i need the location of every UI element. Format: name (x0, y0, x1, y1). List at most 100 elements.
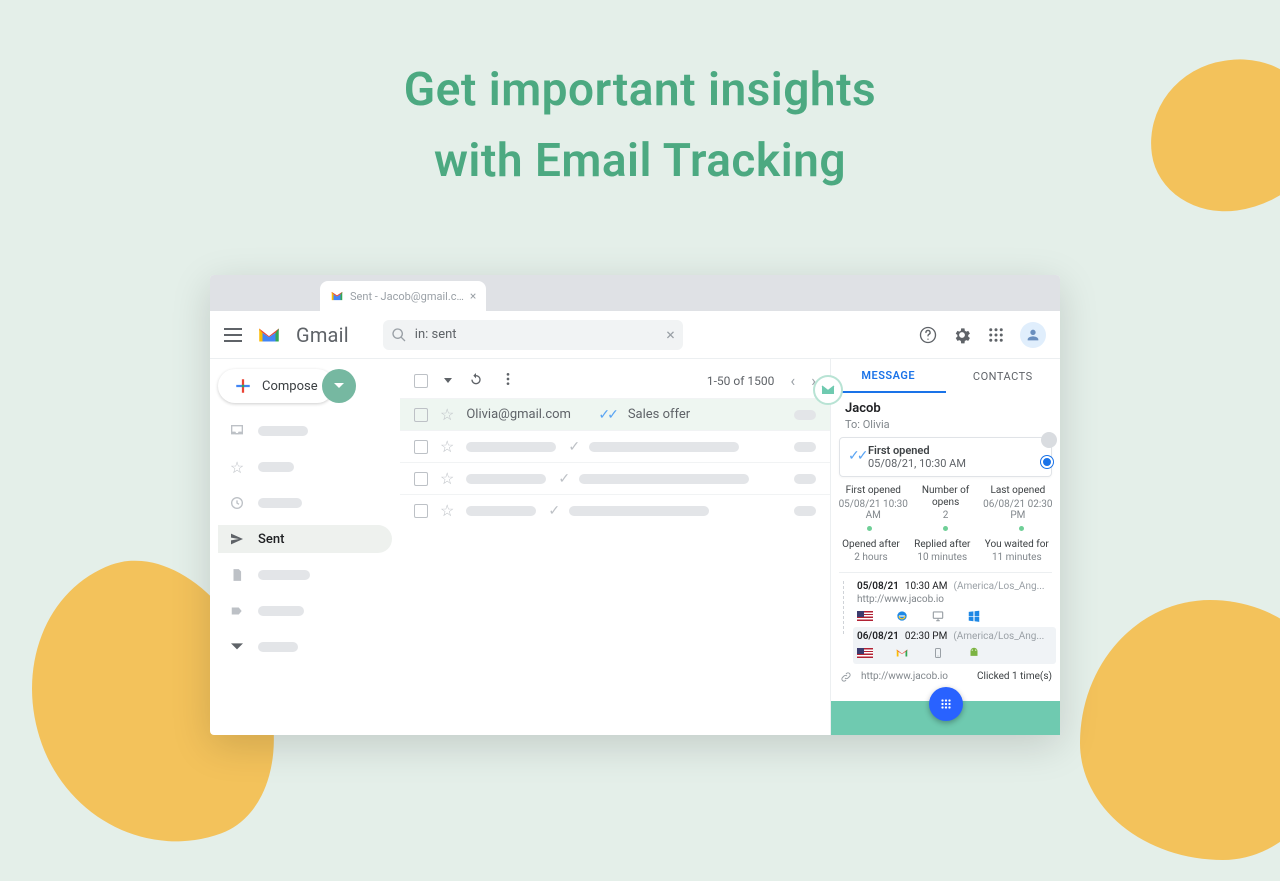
sidebar-item-starred[interactable]: ☆ (218, 453, 392, 481)
mail-list: 1-50 of 1500 ‹ › ☆ Olivia@gmail.com ✓✓ S… (400, 359, 830, 735)
star-toggle[interactable]: ☆ (440, 437, 454, 456)
mail-row[interactable]: ☆ ✓ (400, 494, 830, 526)
hero-title: Get important insights with Email Tracki… (0, 0, 1280, 228)
star-icon: ☆ (228, 458, 246, 476)
decorative-blob (1080, 600, 1280, 860)
star-toggle[interactable]: ☆ (440, 501, 454, 520)
more-menu-icon[interactable] (500, 371, 516, 390)
node-dot-icon (1041, 456, 1053, 468)
tracking-event: 05/08/21 10:30 AM (America/Los_Ang... ht… (857, 577, 1052, 627)
placeholder (589, 442, 739, 452)
sidebar-item-more[interactable] (218, 633, 392, 661)
row-checkbox[interactable] (414, 472, 428, 486)
apps-grid-icon[interactable] (986, 325, 1006, 345)
help-icon[interactable] (918, 325, 938, 345)
placeholder-label (258, 462, 294, 472)
chevron-down-icon (228, 638, 246, 656)
stat-label: Number of opens (913, 485, 977, 508)
stat-value: 2 (913, 510, 977, 522)
link-url: http://www.jacob.io (861, 671, 948, 682)
sidebar-item-snoozed[interactable] (218, 489, 392, 517)
link-click-count: Clicked 1 time(s) (977, 671, 1052, 682)
android-icon (967, 646, 981, 660)
stat-value: 11 minutes (985, 552, 1049, 564)
event-url: http://www.jacob.io (857, 594, 1052, 605)
browser-tab-strip: Sent - Jacob@gmail.c… × (210, 275, 1060, 311)
placeholder (794, 474, 816, 484)
prev-page-button[interactable]: ‹ (790, 371, 795, 390)
browser-window: Sent - Jacob@gmail.c… × Gmail in: sent × (210, 275, 1060, 735)
search-icon (391, 327, 407, 343)
tracking-event: 06/08/21 02:30 PM (America/Los_Ang... (853, 627, 1056, 664)
stat-value: 06/08/21 02:30 PM (982, 499, 1054, 522)
app-brand-text: Gmail (296, 323, 349, 347)
row-subject: Sales offer (628, 407, 690, 422)
row-checkbox[interactable] (414, 504, 428, 518)
plus-icon (234, 377, 252, 395)
gmail-icon (895, 646, 909, 660)
compose-label: Compose (262, 379, 318, 394)
compose-dropdown[interactable] (322, 369, 356, 403)
stat-value: 05/08/21 10:30 AM (837, 499, 909, 522)
tab-close-icon[interactable]: × (470, 289, 476, 303)
timeline-line (843, 581, 845, 634)
stat-label: First opened (837, 485, 909, 497)
clear-search-icon[interactable]: × (666, 325, 675, 344)
sidebar-item-inbox[interactable] (218, 417, 392, 445)
panel-fab-button[interactable] (929, 687, 963, 721)
sidebar-item-drafts[interactable] (218, 561, 392, 589)
ie-browser-icon (895, 609, 909, 623)
list-toolbar: 1-50 of 1500 ‹ › (400, 367, 830, 398)
browser-tab[interactable]: Sent - Jacob@gmail.c… × (320, 281, 486, 311)
node-dot-icon (1041, 432, 1057, 448)
desktop-icon (931, 609, 945, 623)
placeholder (794, 506, 816, 516)
refresh-button[interactable] (468, 371, 484, 390)
select-all-checkbox[interactable] (414, 374, 428, 388)
inbox-icon (228, 422, 246, 440)
star-toggle[interactable]: ☆ (440, 405, 454, 424)
placeholder (466, 474, 546, 484)
sidebar-item-sent[interactable]: Sent (218, 525, 392, 553)
panel-tab-contacts[interactable]: CONTACTS (946, 359, 1061, 393)
placeholder-label (258, 498, 302, 508)
compose-button[interactable]: Compose (218, 369, 334, 403)
search-input[interactable]: in: sent × (383, 320, 683, 350)
draft-icon (228, 566, 246, 584)
placeholder (466, 442, 556, 452)
sidebar-item-label[interactable] (218, 597, 392, 625)
stat-label: Last opened (982, 485, 1054, 497)
hamburger-menu-icon[interactable] (224, 328, 242, 342)
stat-label: You waited for (985, 539, 1049, 551)
event-timezone: (America/Los_Ang... (954, 581, 1045, 592)
profile-avatar[interactable] (1020, 322, 1046, 348)
mail-row[interactable]: ☆ ✓ (400, 462, 830, 494)
read-receipt-icon: ✓ (548, 503, 557, 519)
row-sender: Olivia@gmail.com (466, 407, 586, 422)
row-checkbox[interactable] (414, 440, 428, 454)
placeholder-label (258, 606, 304, 616)
extension-badge-icon (813, 375, 843, 405)
tag-icon (228, 602, 246, 620)
select-dropdown-icon[interactable] (444, 378, 452, 383)
clock-icon (228, 494, 246, 512)
mail-row[interactable]: ☆ Olivia@gmail.com ✓✓ Sales offer (400, 398, 830, 430)
sent-icon (228, 530, 246, 548)
row-checkbox[interactable] (414, 408, 428, 422)
sidebar-item-label: Sent (258, 532, 284, 547)
browser-tab-title: Sent - Jacob@gmail.c… (350, 290, 464, 303)
panel-tab-message[interactable]: MESSAGE (831, 359, 946, 393)
placeholder (579, 474, 749, 484)
link-icon (839, 670, 853, 684)
stat-label: Replied after (914, 539, 970, 551)
placeholder (794, 442, 816, 452)
stat-value: 10 minutes (914, 552, 970, 564)
pagination-count: 1-50 of 1500 (707, 374, 775, 388)
event-time: 02:30 PM (905, 631, 947, 642)
placeholder (569, 506, 709, 516)
gmail-logo-icon (256, 322, 282, 348)
settings-gear-icon[interactable] (952, 325, 972, 345)
hero-line1: Get important insights (0, 55, 1280, 126)
mail-row[interactable]: ☆ ✓ (400, 430, 830, 462)
star-toggle[interactable]: ☆ (440, 469, 454, 488)
